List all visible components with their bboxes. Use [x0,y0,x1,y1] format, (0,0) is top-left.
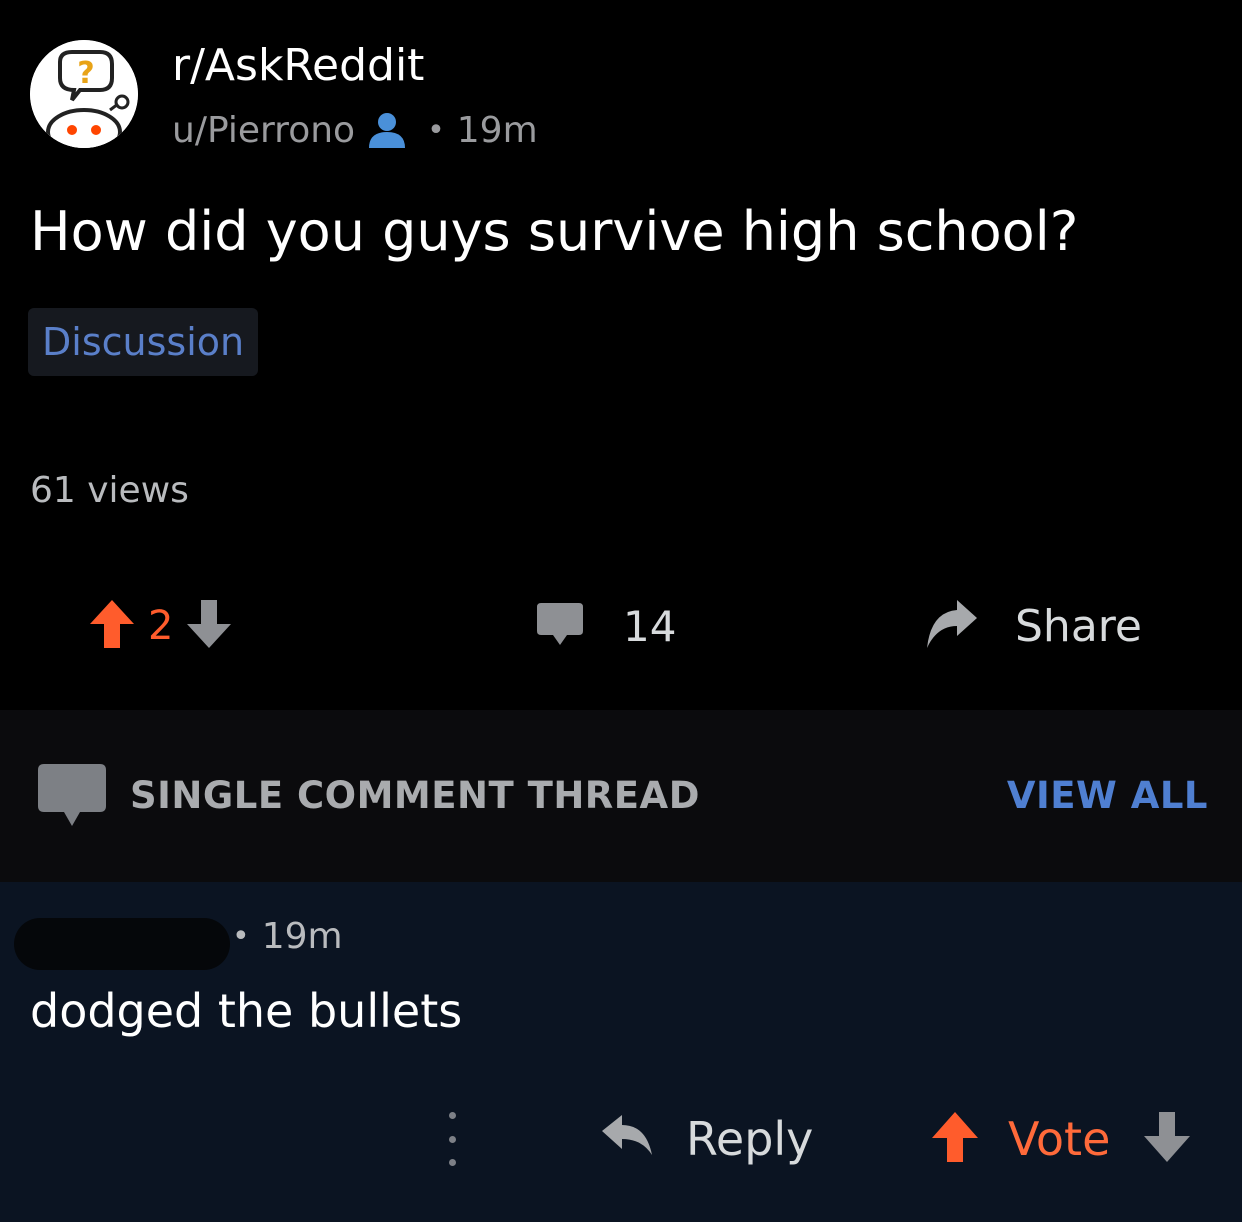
subreddit-name[interactable]: r/AskReddit [172,40,424,91]
askreddit-snoo-icon[interactable]: ? [30,40,138,148]
comments-button[interactable]: 14 [535,598,676,654]
share-arrow-icon [925,598,979,654]
comment-age: 19m [261,916,343,957]
more-options-icon[interactable] [442,1112,462,1166]
reply-label: Reply [686,1112,814,1166]
upvote-arrow-icon[interactable] [88,598,136,654]
separator-dot: • [232,919,250,954]
share-button[interactable]: Share [925,596,1142,656]
comment-count: 14 [623,601,677,651]
downvote-arrow-icon[interactable] [185,598,233,654]
post-age: 19m [456,109,538,151]
flair-label: Discussion [42,320,245,364]
author-name[interactable]: u/Pierrono [172,110,355,151]
comment-bubble-icon [36,762,108,828]
comment-bubble-icon [535,601,585,651]
downvote-arrow-icon[interactable] [1142,1110,1192,1168]
view-count: 61 views [30,470,189,511]
separator-dot: • [427,112,445,148]
reply-button[interactable]: Reply [600,1108,813,1170]
post-vote-group: 2 [88,598,233,654]
post-flair[interactable]: Discussion [28,308,259,376]
page: ? r/AskReddit u/Pierrono • 19m How did y… [0,0,1242,1222]
view-all-link[interactable]: VIEW ALL [1007,774,1208,817]
thread-label: SINGLE COMMENT THREAD [130,774,700,817]
post-actions: 2 14 Share [0,590,1242,660]
redacted-username [14,918,230,970]
post-score: 2 [148,603,174,649]
upvote-arrow-icon[interactable] [930,1110,980,1168]
post-title[interactable]: How did you guys survive high school? [30,200,1078,263]
vote-label: Vote [1008,1112,1111,1166]
post-meta: u/Pierrono • 19m [172,108,538,152]
reply-arrow-icon [600,1113,654,1165]
share-label: Share [1015,600,1142,652]
post-card: ? r/AskReddit u/Pierrono • 19m How did y… [0,0,1242,710]
comment-body[interactable]: dodged the bullets [30,984,462,1038]
svg-text:?: ? [77,56,94,91]
user-icon [365,110,409,150]
comment-meta: • 19m [232,916,343,957]
comment-vote-group: Vote [930,1108,1192,1170]
